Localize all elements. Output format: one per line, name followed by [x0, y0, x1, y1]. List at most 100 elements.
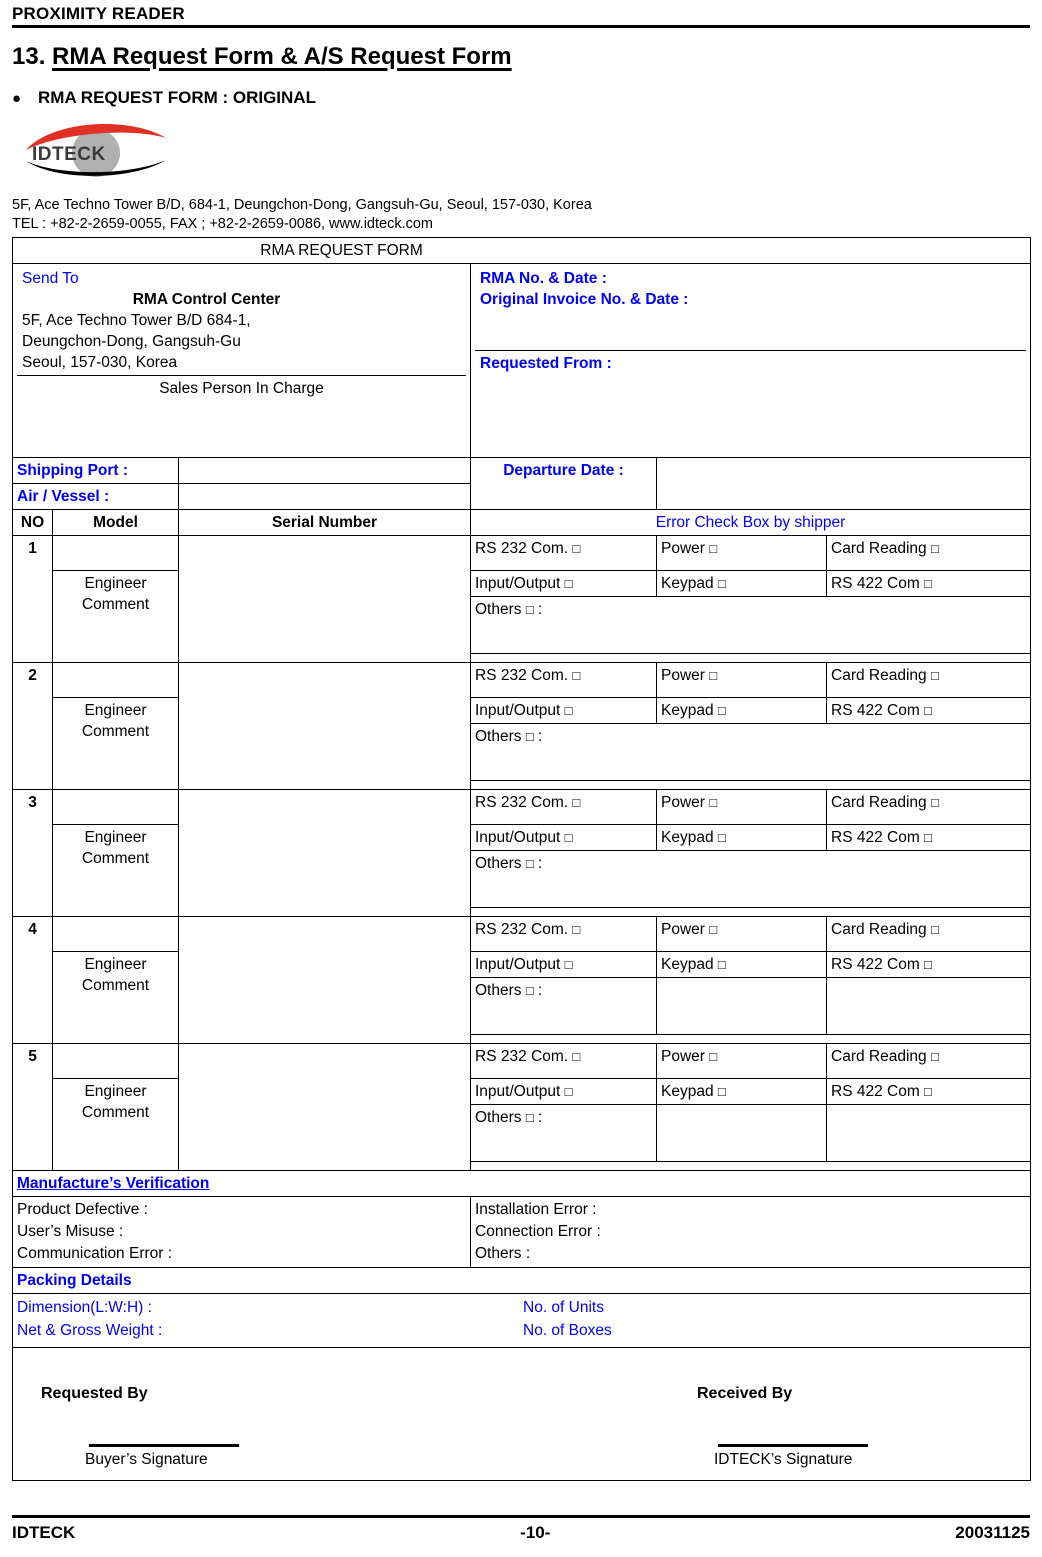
- checkbox-icon[interactable]: □: [709, 668, 717, 683]
- item-serial-input[interactable]: [178, 1043, 471, 1171]
- checkbox-icon[interactable]: □: [709, 922, 717, 937]
- error-option-input-output[interactable]: Input/Output □: [470, 824, 657, 851]
- others-extra-cell[interactable]: [656, 977, 827, 1035]
- checkbox-icon[interactable]: □: [924, 576, 932, 591]
- sendto-rma-row: Send To RMA Control Center 5F, Ace Techn…: [12, 263, 1032, 458]
- item-model-input[interactable]: [52, 789, 179, 825]
- item-serial-input[interactable]: [178, 535, 471, 663]
- item-model-input[interactable]: [52, 916, 179, 952]
- checkbox-icon[interactable]: □: [718, 957, 726, 972]
- checkbox-icon[interactable]: □: [565, 957, 573, 972]
- error-option-rs422[interactable]: RS 422 Com □: [825, 1078, 1032, 1105]
- error-option-input-output[interactable]: Input/Output □: [470, 1078, 657, 1105]
- item-serial-input[interactable]: [178, 662, 471, 790]
- item-serial-input[interactable]: [178, 789, 471, 917]
- error-option-others[interactable]: Others □ :: [469, 723, 1032, 781]
- checkbox-icon[interactable]: □: [572, 1049, 580, 1064]
- checkbox-icon[interactable]: □: [709, 541, 717, 556]
- error-option-input-output[interactable]: Input/Output □: [470, 570, 657, 597]
- checkbox-icon[interactable]: □: [526, 602, 534, 617]
- checkbox-icon[interactable]: □: [526, 1110, 534, 1125]
- item-model-input[interactable]: [52, 535, 179, 571]
- checkbox-icon[interactable]: □: [718, 576, 726, 591]
- checkbox-icon[interactable]: □: [931, 922, 939, 937]
- item-serial-input[interactable]: [178, 916, 471, 1044]
- checkbox-icon[interactable]: □: [931, 541, 939, 556]
- item-model-input[interactable]: [52, 1043, 179, 1079]
- checkbox-icon[interactable]: □: [924, 703, 932, 718]
- error-option-keypad[interactable]: Keypad □: [656, 570, 827, 597]
- error-option-card-reading[interactable]: Card Reading □: [825, 916, 1032, 952]
- error-option-rs232[interactable]: RS 232 Com. □: [470, 535, 657, 571]
- error-option-rs232[interactable]: RS 232 Com. □: [470, 1043, 657, 1079]
- others-extra-cell[interactable]: [825, 1104, 1032, 1162]
- error-option-rs422[interactable]: RS 422 Com □: [825, 570, 1032, 597]
- packing-cell[interactable]: Dimension(L:W:H) : No. of Units Net & Gr…: [11, 1293, 1032, 1348]
- error-option-power[interactable]: Power □: [656, 789, 827, 825]
- error-option-others[interactable]: Others □ :: [469, 596, 1032, 654]
- checkbox-icon[interactable]: □: [924, 957, 932, 972]
- error-option-keypad[interactable]: Keypad □: [656, 951, 827, 978]
- packing-units-label: No. of Units: [523, 1299, 604, 1316]
- error-option-rs232[interactable]: RS 232 Com. □: [470, 662, 657, 698]
- checkbox-icon[interactable]: □: [931, 668, 939, 683]
- idteck-signature-line[interactable]: [718, 1444, 868, 1447]
- verification-right-cell[interactable]: Installation Error : Connection Error : …: [469, 1196, 1032, 1268]
- error-option-rs232[interactable]: RS 232 Com. □: [470, 789, 657, 825]
- send-to-name: RMA Control Center: [132, 291, 281, 308]
- checkbox-icon[interactable]: □: [924, 830, 932, 845]
- checkbox-icon[interactable]: □: [526, 983, 534, 998]
- checkbox-icon[interactable]: □: [565, 576, 573, 591]
- checkbox-icon[interactable]: □: [931, 795, 939, 810]
- error-option-card-reading[interactable]: Card Reading □: [825, 1043, 1032, 1079]
- error-option-card-reading[interactable]: Card Reading □: [825, 535, 1032, 571]
- air-vessel-input[interactable]: [178, 483, 471, 510]
- checkbox-icon[interactable]: □: [931, 1049, 939, 1064]
- checkbox-icon[interactable]: □: [565, 830, 573, 845]
- error-option-keypad[interactable]: Keypad □: [656, 1078, 827, 1105]
- error-option-power[interactable]: Power □: [656, 1043, 827, 1079]
- error-option-card-reading[interactable]: Card Reading □: [825, 662, 1032, 698]
- error-option-others[interactable]: Others □ :: [470, 977, 657, 1035]
- rma-no-cell[interactable]: RMA No. & Date : Original Invoice No. & …: [475, 266, 1026, 351]
- checkbox-icon[interactable]: □: [565, 703, 573, 718]
- error-option-rs422[interactable]: RS 422 Com □: [825, 951, 1032, 978]
- sales-person-cell[interactable]: Sales Person In Charge: [17, 375, 466, 438]
- error-option-rs422[interactable]: RS 422 Com □: [825, 697, 1032, 724]
- error-option-keypad[interactable]: Keypad □: [656, 697, 827, 724]
- checkbox-icon[interactable]: □: [572, 795, 580, 810]
- error-option-keypad[interactable]: Keypad □: [656, 824, 827, 851]
- checkbox-icon[interactable]: □: [924, 1084, 932, 1099]
- error-option-power[interactable]: Power □: [656, 662, 827, 698]
- error-option-power[interactable]: Power □: [656, 916, 827, 952]
- checkbox-icon[interactable]: □: [718, 830, 726, 845]
- error-option-rs232[interactable]: RS 232 Com. □: [470, 916, 657, 952]
- error-option-power[interactable]: Power □: [656, 535, 827, 571]
- form-title-row: RMA REQUEST FORM: [11, 237, 1032, 264]
- others-extra-cell[interactable]: [656, 1104, 827, 1162]
- error-option-others[interactable]: Others □ :: [470, 1104, 657, 1162]
- checkbox-icon[interactable]: □: [709, 795, 717, 810]
- others-extra-cell[interactable]: [825, 977, 1032, 1035]
- error-option-rs422[interactable]: RS 422 Com □: [825, 824, 1032, 851]
- checkbox-icon[interactable]: □: [572, 668, 580, 683]
- verification-heading-row: Manufacture’s Verification: [11, 1170, 1032, 1197]
- checkbox-icon[interactable]: □: [526, 729, 534, 744]
- error-option-card-reading[interactable]: Card Reading □: [825, 789, 1032, 825]
- item-model-input[interactable]: [52, 662, 179, 698]
- checkbox-icon[interactable]: □: [572, 922, 580, 937]
- checkbox-icon[interactable]: □: [709, 1049, 717, 1064]
- buyer-signature-line[interactable]: [89, 1444, 239, 1447]
- verification-left-cell[interactable]: Product Defective : User’s Misuse : Comm…: [12, 1196, 471, 1268]
- checkbox-icon[interactable]: □: [526, 856, 534, 871]
- error-option-others[interactable]: Others □ :: [469, 850, 1032, 908]
- shipping-port-input[interactable]: [178, 457, 471, 484]
- departure-date-input[interactable]: [655, 457, 1032, 510]
- checkbox-icon[interactable]: □: [572, 541, 580, 556]
- error-option-input-output[interactable]: Input/Output □: [470, 951, 657, 978]
- checkbox-icon[interactable]: □: [565, 1084, 573, 1099]
- checkbox-icon[interactable]: □: [718, 1084, 726, 1099]
- checkbox-icon[interactable]: □: [718, 703, 726, 718]
- error-option-input-output[interactable]: Input/Output □: [470, 697, 657, 724]
- requested-from-cell[interactable]: Requested From :: [475, 350, 1027, 455]
